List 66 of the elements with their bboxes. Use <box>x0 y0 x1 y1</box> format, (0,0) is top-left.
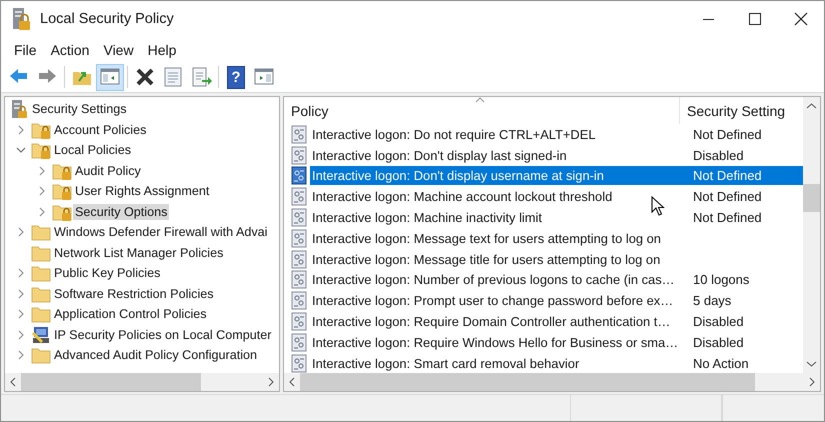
policy-icon <box>290 250 308 269</box>
table-cell-text: Interactive logon: Smart card removal behavior <box>311 356 580 371</box>
scrollbar-thumb[interactable] <box>803 184 820 212</box>
table-cell-text: Interactive logon: Message text for users attempting to log on <box>311 230 661 246</box>
table-cell-text: Not Defined <box>692 189 762 204</box>
column-header[interactable]: Security Setting <box>680 97 803 124</box>
tree-item[interactable]: Security Options <box>73 204 170 220</box>
policy-icon <box>290 291 308 310</box>
export-list-icon <box>190 66 212 88</box>
scrollbar-thumb[interactable] <box>300 373 755 391</box>
table-cell-text: Interactive logon: Require Windows Hello for Business or sma… <box>311 334 678 350</box>
help-button[interactable]: ? <box>227 66 245 88</box>
table-cell-text: 10 logons <box>692 272 750 288</box>
table-cell-text: No Action <box>692 356 749 371</box>
tree-item[interactable]: Account Policies <box>52 122 148 138</box>
menu-item[interactable]: Help <box>140 42 184 58</box>
app-icon <box>10 7 32 31</box>
table-cell-text: Interactive logon: Number of previous logons to cache (in cas… <box>311 272 675 288</box>
table-cell-text: Not Defined <box>692 210 762 226</box>
selected-row-highlight[interactable]: Interactive logon: Don't display username at sign-in Not Defined <box>310 166 803 186</box>
sort-caret-icon <box>475 97 485 103</box>
scrollbar-thumb[interactable] <box>21 373 201 391</box>
table-cell-text: Interactive logon: Machine inactivity limit <box>311 210 542 226</box>
tree-item[interactable]: User Rights Assignment <box>73 183 212 200</box>
table-cell-text: Interactive logon: Don't display last signed-in <box>311 148 567 163</box>
policy-icon <box>290 312 308 332</box>
policy-icon <box>290 146 308 165</box>
policy-icon <box>290 187 308 206</box>
table-cell-text: 5 days <box>692 293 732 308</box>
policy-icon <box>290 166 308 186</box>
table-cell-text: Not Defined <box>692 168 762 184</box>
window-title: Local Security Policy <box>40 11 174 27</box>
properties-icon <box>162 66 184 88</box>
tree-item[interactable]: Security Settings <box>30 101 128 118</box>
tree-item[interactable]: Advanced Audit Policy Configuration <box>52 347 260 364</box>
policy-icon <box>290 332 308 352</box>
policy-icon <box>290 208 308 228</box>
table-cell-text: Not Defined <box>692 126 762 142</box>
tree-item[interactable]: Public Key Policies <box>52 265 162 282</box>
tree-item[interactable]: Network List Manager Policies <box>52 244 226 261</box>
table-cell-text: Disabled <box>692 314 744 330</box>
column-header[interactable]: Policy <box>284 97 680 124</box>
tree-item[interactable]: Local Policies <box>52 142 134 158</box>
tree-item[interactable]: Audit Policy <box>73 162 143 179</box>
table-cell-text: Interactive logon: Do not require CTRL+ALT+DEL <box>311 126 596 142</box>
menu-item[interactable]: View <box>96 42 141 58</box>
table-cell-text: Interactive logon: Message title for users attempting to log on <box>311 252 660 267</box>
menu-item[interactable]: File <box>7 42 44 58</box>
server-lock-icon <box>9 99 29 120</box>
table-cell-text: Interactive logon: Don't display username at sign-in <box>311 168 604 184</box>
tree-item[interactable]: Application Control Policies <box>52 306 209 322</box>
table-cell-text: Disabled <box>692 334 744 350</box>
delete-x-icon <box>134 66 156 88</box>
tree-item[interactable]: Windows Defender Firewall with Advai <box>52 224 270 240</box>
tree-item[interactable]: Software Restriction Policies <box>52 286 216 302</box>
policy-icon <box>290 270 308 290</box>
table-cell-text: Disabled <box>692 148 744 163</box>
mouse-cursor-icon <box>651 196 665 216</box>
computer-key-icon <box>31 324 51 345</box>
policy-icon <box>290 124 308 144</box>
table-cell-text: Interactive logon: Require Domain Controller authentication t… <box>311 314 670 330</box>
table-cell-text: Interactive logon: Prompt user to change password before ex… <box>311 293 674 308</box>
tree-item[interactable]: IP Security Policies on Local Computer <box>52 326 274 343</box>
policy-icon <box>290 228 308 248</box>
table-cell-text: Interactive logon: Machine account lockout threshold <box>311 189 612 204</box>
menu-item[interactable]: Action <box>44 42 96 58</box>
